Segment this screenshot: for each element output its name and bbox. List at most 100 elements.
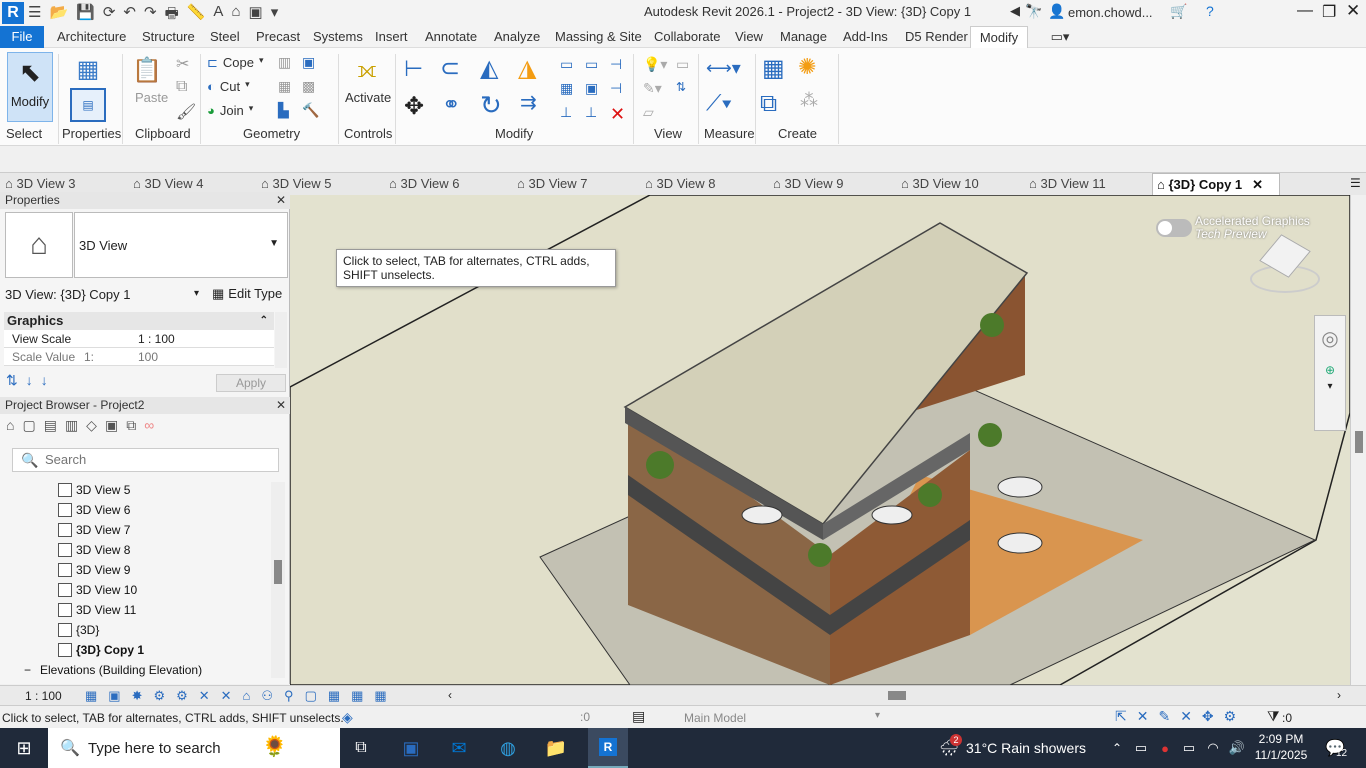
meet-now-icon[interactable]: ▭	[1130, 728, 1152, 768]
tab-d5-render[interactable]: D5 Render	[905, 26, 968, 48]
redo-icon[interactable]: ↷	[144, 3, 157, 28]
beam-join-icon[interactable]: ▙	[278, 102, 289, 119]
split-element-icon[interactable]: ▭	[560, 56, 573, 73]
measure-distance-icon[interactable]: ⟷▾	[706, 58, 741, 79]
home-icon[interactable]: ⌂	[231, 3, 240, 28]
tree-view-item[interactable]: 3D View 6	[58, 500, 130, 520]
main-model-selector[interactable]: Main Model	[684, 711, 746, 725]
demolish-icon[interactable]: ▩	[302, 78, 315, 95]
view-control-icons[interactable]: ▦▣✸⚙⚙✕✕⌂⚇⚲▢▦▦▦	[85, 688, 398, 704]
join-button[interactable]: ◕ Join ▾	[207, 103, 253, 118]
move-icon[interactable]: ✥	[404, 92, 424, 121]
cut-button[interactable]: ◐ Cut ▾	[207, 79, 250, 94]
schedules-icon[interactable]: ▤	[44, 417, 57, 434]
properties-scrollbar[interactable]	[275, 312, 287, 368]
edit-type-button[interactable]: ▦ Edit Type	[212, 286, 282, 302]
viewcube[interactable]	[1250, 234, 1320, 295]
home-icon[interactable]: ⌂	[6, 417, 14, 434]
tab-analyze[interactable]: Analyze	[494, 26, 540, 48]
views-icon[interactable]: ▢	[22, 417, 35, 434]
create-parts-icon[interactable]: ✺	[798, 54, 816, 80]
create-assembly-icon[interactable]: ▦	[762, 54, 785, 83]
chevron-down-icon[interactable]: ▾	[875, 710, 880, 721]
trim-extend-icon[interactable]: ⇉	[520, 90, 537, 115]
show-hidden-icons[interactable]: ⌃	[1108, 728, 1126, 768]
wifi-icon[interactable]: ◠	[1202, 728, 1224, 768]
user-name[interactable]: emon.chowd...	[1068, 5, 1153, 20]
tab-architecture[interactable]: Architecture	[57, 26, 126, 48]
weather-text[interactable]: 31°C Rain showers	[966, 740, 1086, 756]
mirror-pick-axis-icon[interactable]: ◭	[480, 54, 498, 83]
property-row[interactable]: View Scale 1 : 100	[4, 330, 274, 348]
task-view-icon[interactable]: ⧉	[345, 728, 377, 768]
delete-icon[interactable]: ✕	[610, 104, 625, 125]
split-gap-icon[interactable]: ▭	[585, 56, 598, 73]
outlook-icon[interactable]: ✉	[443, 728, 475, 768]
tab-precast[interactable]: Precast	[256, 26, 300, 48]
selection-filter-icons[interactable]: ⇱✕✎✕✥⚙	[1115, 708, 1246, 725]
create-similar-icon[interactable]: ⁂	[800, 90, 818, 111]
sync-icon[interactable]: ⟳	[103, 3, 116, 28]
families-icon[interactable]: ◇	[86, 417, 97, 434]
sort-asc-icon[interactable]: ↓	[26, 372, 33, 389]
view-tab-active[interactable]: ⌂ {3D} Copy 1 ✕	[1152, 173, 1280, 195]
close-icon[interactable]: ✕	[1346, 1, 1360, 21]
align-icon[interactable]: ⊢	[404, 56, 423, 82]
viewport-vertical-scrollbar[interactable]	[1350, 195, 1366, 685]
tabs-menu-icon[interactable]: ☰	[1350, 176, 1361, 190]
measure-elevation-icon[interactable]: ⇅	[676, 80, 686, 94]
offset-icon[interactable]: ⊂	[440, 54, 460, 83]
3d-viewport[interactable]: Click to select, TAB for alternates, CTR…	[290, 195, 1350, 685]
copy-icon[interactable]: ⧉	[176, 78, 187, 96]
taskbar-search[interactable]: 🔍 Type here to search 🌻	[48, 728, 340, 768]
cart-icon[interactable]: 🛒	[1170, 3, 1187, 20]
properties-icon[interactable]: ▤	[70, 88, 106, 122]
copy-elements-icon[interactable]: ⚭	[442, 92, 460, 118]
pin-icon[interactable]: ⊣	[610, 56, 622, 73]
print-icon[interactable]: 🖶	[165, 3, 179, 28]
revit-logo-icon[interactable]: R	[2, 2, 24, 24]
view-tab[interactable]: ⌂ 3D View 9	[773, 173, 843, 195]
menu-icon[interactable]: ☰	[28, 3, 41, 28]
property-row[interactable]: Scale Value 1: 100	[4, 348, 274, 366]
accelerated-graphics-toggle[interactable]	[1156, 219, 1192, 237]
file-explorer-icon[interactable]: 📁	[540, 728, 572, 768]
close-tab-icon[interactable]: ✕	[1252, 177, 1263, 192]
scroll-thumb[interactable]	[274, 560, 282, 584]
graphics-group[interactable]: Graphics ⌃	[4, 312, 274, 330]
close-properties-icon[interactable]: ✕	[276, 192, 286, 209]
tab-insert[interactable]: Insert	[375, 26, 408, 48]
tree-view-item[interactable]: {3D}	[58, 620, 99, 640]
rotate-icon[interactable]: ↻	[480, 90, 502, 121]
binoculars-icon[interactable]: 🔭	[1025, 3, 1042, 20]
user-icon[interactable]: 👤	[1048, 3, 1065, 20]
linework-icon[interactable]: ✎▾	[643, 80, 662, 97]
tab-view[interactable]: View	[735, 26, 763, 48]
match-properties-icon[interactable]: 🖌	[176, 102, 196, 122]
view-tab[interactable]: ⌂ 3D View 7	[517, 173, 587, 195]
antivirus-icon[interactable]: ●	[1154, 728, 1176, 768]
undo-icon[interactable]: ↶	[123, 3, 136, 28]
clock-date[interactable]: 11/1/2025	[1252, 748, 1310, 762]
view-tab[interactable]: ⌂ 3D View 11	[1029, 173, 1106, 195]
zoom-icon[interactable]: ⊕	[1315, 363, 1345, 377]
windows-start-icon[interactable]: ⊞	[0, 728, 48, 768]
tab-steel[interactable]: Steel	[210, 26, 240, 48]
worksharing-icon[interactable]: ◈	[342, 709, 353, 726]
cope-button[interactable]: ⊏ Cope ▾	[207, 55, 264, 71]
tree-view-item[interactable]: 3D View 7	[58, 520, 130, 540]
split-face-icon[interactable]: ▥	[278, 54, 291, 71]
switch-windows-icon[interactable]: ▣	[249, 3, 263, 28]
steering-wheel-icon[interactable]: ◎	[1315, 326, 1345, 351]
hammer-icon[interactable]: 🔨	[302, 102, 319, 119]
tab-file[interactable]: File	[0, 26, 44, 48]
apply-button[interactable]: Apply	[216, 374, 286, 392]
scroll-right-icon[interactable]: ›	[1337, 688, 1341, 702]
store-icon[interactable]: ▣	[395, 728, 427, 768]
chevron-down-icon[interactable]: ▾	[194, 288, 199, 299]
close-browser-icon[interactable]: ✕	[276, 397, 286, 414]
tab-modify[interactable]: Modify	[970, 26, 1028, 48]
paste-icon[interactable]: 📋	[132, 54, 162, 86]
text-icon[interactable]: A	[213, 3, 223, 28]
view-tab[interactable]: ⌂ 3D View 10	[901, 173, 979, 195]
